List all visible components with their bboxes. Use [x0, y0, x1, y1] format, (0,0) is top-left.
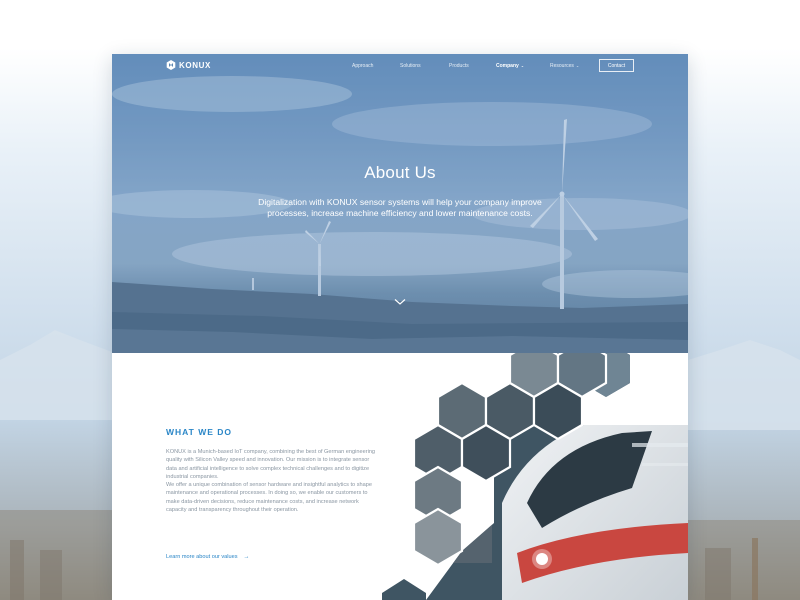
learn-more-label: Learn more about our values: [166, 554, 238, 560]
hero-title: About Us: [364, 163, 436, 182]
paragraph-offer: We offer a unique combination of sensor …: [166, 482, 372, 514]
nav-item-solutions[interactable]: Solutions: [400, 63, 421, 69]
nav-item-products[interactable]: Products: [449, 63, 469, 69]
learn-more-link[interactable]: Learn more about our values →: [166, 554, 250, 560]
nav-item-company[interactable]: Company ⌄: [496, 63, 524, 69]
chevron-down-icon[interactable]: [394, 298, 406, 306]
konux-logo-icon: [166, 60, 176, 70]
top-navigation: KONUX Approach Solutions Products Compan…: [112, 54, 688, 80]
nav-item-company-label: Company: [496, 63, 519, 69]
chevron-down-icon: ⌄: [520, 63, 525, 68]
hero-subtitle: Digitalization with KONUX sensor systems…: [258, 197, 542, 219]
arrow-right-icon: →: [243, 554, 250, 560]
brand-name: KONUX: [179, 60, 211, 70]
website-frame: KONUX Approach Solutions Products Compan…: [112, 54, 688, 600]
nav-item-approach[interactable]: Approach: [352, 63, 373, 69]
nav-item-resources[interactable]: Resources ⌄: [550, 63, 579, 69]
chevron-down-icon: ⌄: [575, 63, 580, 68]
contact-button[interactable]: Contact: [599, 59, 634, 72]
section-body: KONUX is a Munich-based IoT company, com…: [166, 448, 376, 514]
nav-item-resources-label: Resources: [550, 63, 574, 69]
brand-logo[interactable]: KONUX: [166, 60, 211, 70]
hero-section: KONUX Approach Solutions Products Compan…: [112, 54, 688, 353]
hexagon-image-collage: [382, 353, 688, 600]
paragraph-intro: KONUX is a Munich-based IoT company, com…: [166, 449, 376, 480]
section-heading: WHAT WE DO: [166, 427, 233, 437]
